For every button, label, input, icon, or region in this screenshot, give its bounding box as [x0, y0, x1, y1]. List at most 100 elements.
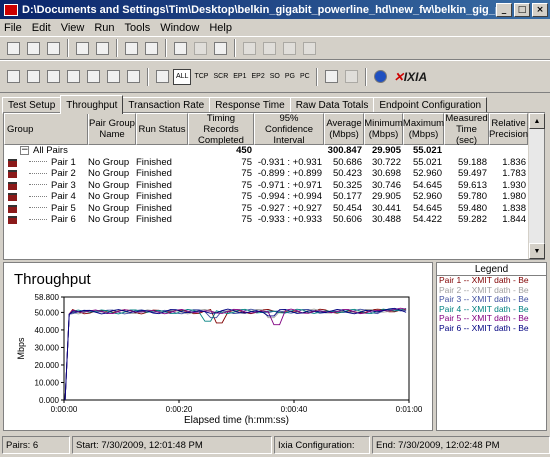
filter-ep2[interactable]: EP2	[249, 69, 266, 85]
pair-icon	[8, 181, 17, 190]
filter-tcp[interactable]: TCP	[192, 69, 210, 85]
throughput-chart: Throughput 58.800 50.000 40.000 30.000 20.000…	[14, 271, 423, 426]
multicast-icon[interactable]	[260, 39, 279, 58]
save-icon[interactable]	[44, 39, 63, 58]
cell-time: 59.613	[457, 179, 487, 191]
close-button[interactable]: ×	[532, 2, 548, 17]
scroll-down-icon[interactable]: ▼	[529, 243, 545, 259]
table-row[interactable]: Pair 1 No Group Finished 75 -0.931 : +0.931 5…	[4, 157, 528, 169]
open-icon[interactable]	[24, 39, 43, 58]
col-group[interactable]: Group	[4, 113, 88, 145]
delete-icon[interactable]	[211, 39, 230, 58]
cut-icon[interactable]	[142, 39, 161, 58]
chart-icon[interactable]	[104, 67, 123, 86]
mail-icon[interactable]	[342, 67, 361, 86]
pair-icon	[8, 158, 17, 167]
menu-tools[interactable]: Tools	[125, 22, 151, 34]
cell-status: Finished	[136, 168, 172, 179]
legend-item[interactable]: Pair 5 -- XMIT dath - Be	[437, 314, 546, 324]
cell-rp: 1.930	[502, 179, 526, 191]
filter-scr[interactable]: SCR	[211, 69, 230, 85]
cell-records: 75	[241, 168, 252, 179]
minimize-button[interactable]: _	[496, 2, 512, 17]
add-pair-icon[interactable]	[240, 39, 259, 58]
cell-status: Finished	[136, 156, 172, 168]
run-icon[interactable]	[122, 39, 141, 58]
pair-icon[interactable]	[44, 67, 63, 86]
cell-records: 75	[241, 214, 252, 225]
table-row[interactable]: Pair 5 No Group Finished 75 -0.927 : +0.927 5…	[4, 203, 528, 215]
col-timing-records[interactable]: Timing Records Completed	[188, 113, 254, 146]
legend-item[interactable]: Pair 4 -- XMIT dath - Be	[437, 305, 546, 315]
export-icon[interactable]	[322, 67, 341, 86]
print-icon[interactable]	[73, 39, 92, 58]
legend-item[interactable]: Pair 6 -- XMIT dath - Be	[437, 324, 546, 334]
menu-edit[interactable]: Edit	[32, 22, 51, 34]
table-body: − All Pairs 450 300.847 29.905 55.021 Pai…	[4, 145, 528, 226]
cell-records: 75	[241, 156, 252, 168]
endpoint-icon[interactable]	[64, 67, 83, 86]
filter-pg[interactable]: PG	[283, 69, 297, 85]
cell-pair: Pair 6	[51, 214, 76, 225]
col-pair-group-name[interactable]: Pair Group Name	[88, 113, 136, 145]
collapse-icon[interactable]: −	[20, 146, 29, 155]
group-icon[interactable]	[280, 39, 299, 58]
menu-view[interactable]: View	[61, 22, 85, 34]
filter-icon[interactable]	[153, 67, 172, 86]
stop-icon[interactable]	[24, 67, 43, 86]
col-average[interactable]: Average (Mbps)	[324, 113, 364, 145]
scroll-up-icon[interactable]: ▲	[529, 113, 545, 129]
cell-max: 52.960	[412, 191, 442, 202]
cell-group-name: No Group	[88, 168, 130, 179]
refresh-icon[interactable]	[84, 67, 103, 86]
tab-throughput[interactable]: Throughput	[60, 95, 124, 114]
cell-max: 54.422	[412, 214, 442, 225]
col-measured-time[interactable]: Measured Time (sec)	[444, 113, 489, 146]
menu-run[interactable]: Run	[94, 22, 114, 34]
run-test-icon[interactable]	[4, 67, 23, 86]
menu-window[interactable]: Window	[160, 22, 199, 34]
table-row[interactable]: Pair 2 No Group Finished 75 -0.899 : +0.899 5…	[4, 168, 528, 180]
cell-max: 54.645	[412, 202, 442, 214]
menu-file[interactable]: File	[4, 22, 22, 34]
preview-icon[interactable]	[93, 39, 112, 58]
cell-pair: Pair 5	[51, 202, 76, 214]
legend-item[interactable]: Pair 1 -- XMIT dath - Be	[437, 276, 546, 286]
legend-item[interactable]: Pair 2 -- XMIT dath - Be	[437, 286, 546, 296]
info-icon[interactable]	[371, 67, 390, 86]
series-line-pair-6	[64, 307, 407, 401]
maximize-button[interactable]: □	[514, 2, 530, 17]
cell-group-name: No Group	[88, 156, 130, 168]
pair-icon	[8, 216, 17, 224]
copy-icon[interactable]	[171, 39, 190, 58]
table-row[interactable]: Pair 3 No Group Finished 75 -0.971 : +0.971 5…	[4, 180, 528, 192]
new-icon[interactable]	[4, 39, 23, 58]
filter-ep1[interactable]: EP1	[231, 69, 248, 85]
cell-group-name: No Group	[88, 214, 130, 225]
col-run-status[interactable]: Run Status	[136, 113, 188, 145]
cell-avg: 50.454	[332, 202, 362, 214]
filter-so[interactable]: SO	[268, 69, 282, 85]
table-row[interactable]: Pair 6 No Group Finished 75 -0.933 : +0.933 5…	[4, 214, 528, 226]
col-maximum[interactable]: Maximum (Mbps)	[403, 113, 444, 145]
table-icon[interactable]	[124, 67, 143, 86]
cell-avg: 50.177	[332, 191, 362, 202]
legend-item[interactable]: Pair 3 -- XMIT dath - Be	[437, 295, 546, 305]
filter-pc[interactable]: PC	[298, 69, 312, 85]
pair-icon	[8, 204, 17, 213]
table-header: Group Pair Group Name Run Status Timing …	[4, 113, 528, 146]
table-row-all-pairs[interactable]: − All Pairs 450 300.847 29.905 55.021	[4, 145, 528, 157]
filter-all[interactable]: ALL	[173, 68, 192, 85]
status-config: Ixia Configuration:	[274, 436, 370, 454]
summary-average: 300.847	[327, 145, 362, 156]
col-confidence-interval[interactable]: 95% Confidence Interval	[254, 113, 324, 146]
table-scrollbar[interactable]: ▲ ▼	[528, 113, 545, 259]
table-row[interactable]: Pair 4 No Group Finished 75 -0.994 : +0.994 5…	[4, 191, 528, 203]
col-relative-precision[interactable]: Relative Precision	[489, 113, 528, 145]
menu-help[interactable]: Help	[209, 22, 232, 34]
col-minimum[interactable]: Minimum (Mbps)	[364, 113, 403, 145]
paste-icon[interactable]	[191, 39, 210, 58]
report-icon[interactable]	[300, 39, 319, 58]
cell-ci: -0.899 : +0.899	[257, 168, 322, 179]
cell-status: Finished	[136, 202, 172, 214]
